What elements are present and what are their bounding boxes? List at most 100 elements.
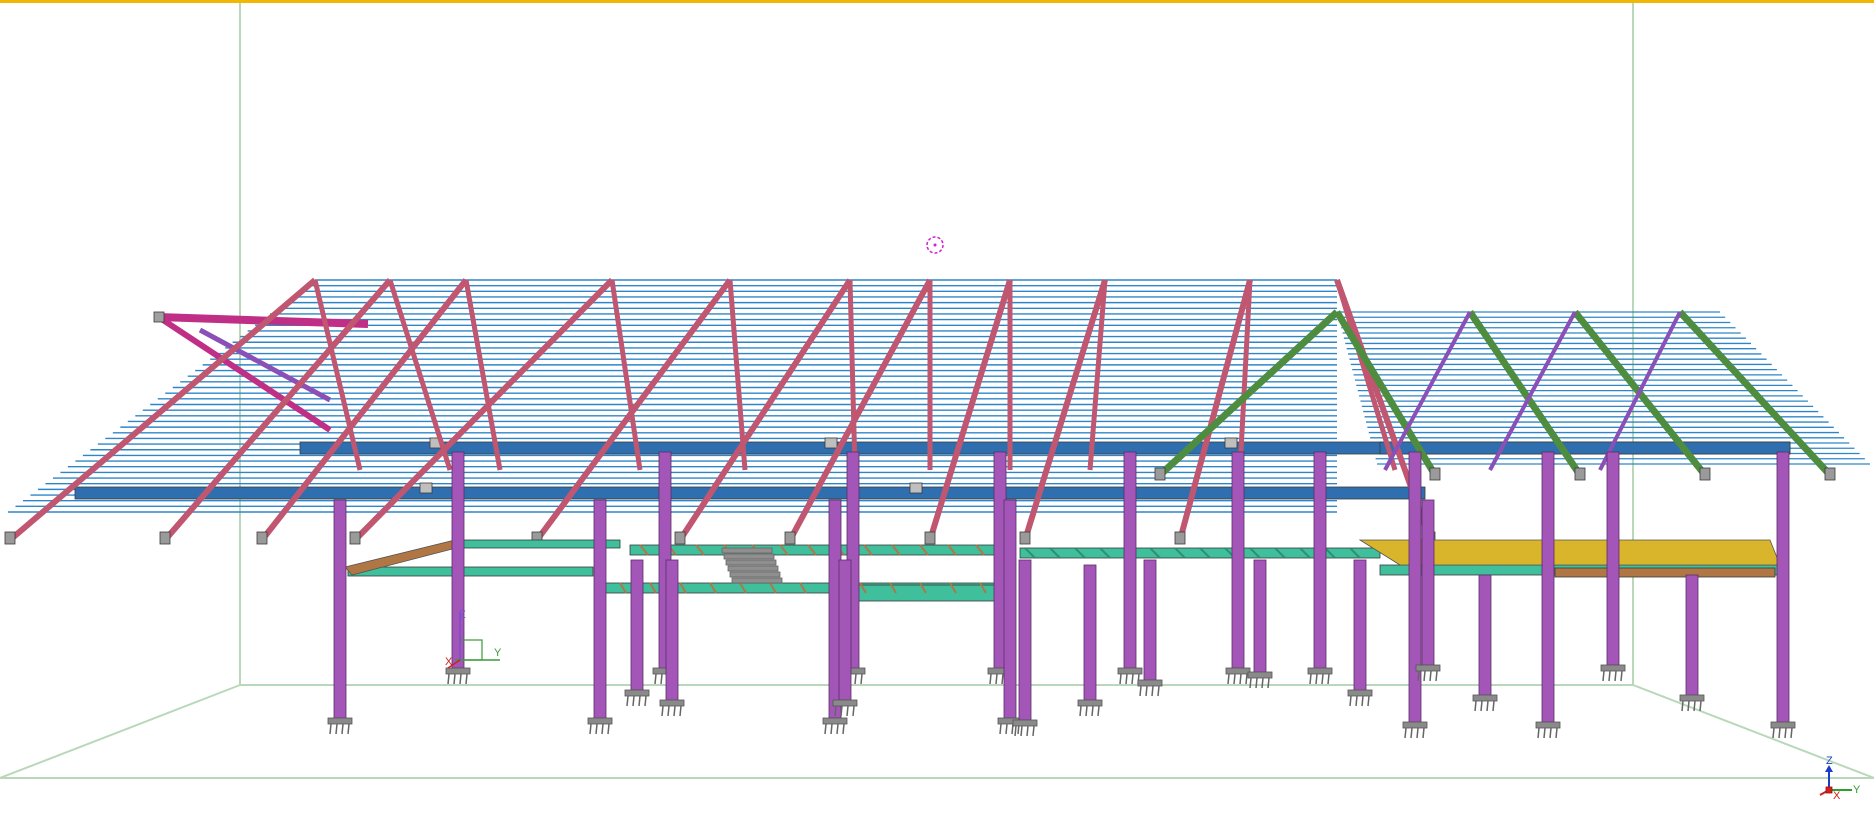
anchor-bolt: [459, 673, 462, 685]
rafter-end-plate: [1174, 531, 1186, 545]
anchor-bolt: [626, 695, 629, 707]
anchor-bolt: [1355, 695, 1358, 707]
anchor-bolt: [1309, 673, 1312, 685]
footing-plate: [1600, 664, 1626, 672]
anchor-bolt: [1417, 670, 1420, 682]
anchor-bolt: [1681, 700, 1684, 712]
footing-plate: [1117, 667, 1143, 675]
column: [1003, 499, 1017, 719]
footing: [659, 699, 685, 717]
anchor-bolt: [1085, 705, 1088, 717]
footing: [1600, 664, 1626, 682]
anchor-bolt: [1245, 673, 1248, 685]
3d-model-viewport[interactable]: XYZZYX: [0, 0, 1874, 838]
column: [451, 451, 465, 669]
column: [1421, 499, 1435, 666]
anchor-bolt: [1699, 700, 1702, 712]
anchor-bolt: [1097, 705, 1100, 717]
anchor-bolt: [1119, 673, 1122, 685]
anchor-bolt: [989, 673, 992, 685]
anchor-bolt: [644, 695, 647, 707]
stair-tread: [731, 577, 783, 584]
column: [1313, 451, 1327, 669]
structure-model[interactable]: XYZZYX: [0, 0, 1874, 838]
footing-plate: [624, 689, 650, 697]
footing: [1225, 667, 1251, 685]
anchor-bolt: [1005, 723, 1008, 735]
anchor-bolt: [595, 723, 598, 735]
rafter-end-plate: [924, 531, 936, 545]
column: [1606, 451, 1620, 666]
column: [1143, 559, 1157, 681]
anchor-bolt: [1026, 725, 1029, 737]
rafter-end-plate: [674, 531, 686, 545]
anchor-bolt: [1474, 700, 1477, 712]
anchor-bolt: [1349, 695, 1352, 707]
anchor-bolt: [607, 723, 610, 735]
column: [1776, 451, 1790, 723]
footing-plate: [1077, 699, 1103, 707]
anchor-bolt: [1131, 673, 1134, 685]
anchor-bolt: [453, 673, 456, 685]
footing-plate: [822, 717, 848, 725]
anchor-bolt: [1233, 673, 1236, 685]
anchor-bolt: [999, 723, 1002, 735]
anchor-bolt: [1157, 685, 1160, 697]
column: [1253, 559, 1267, 673]
stair-tread: [721, 547, 773, 554]
footing-plate: [1535, 721, 1561, 729]
footing-plate: [1415, 664, 1441, 672]
anchor-bolt: [679, 705, 682, 717]
footing: [1535, 721, 1561, 739]
anchor-bolt: [329, 723, 332, 735]
beam-connection-plate: [419, 482, 433, 494]
footing-plate: [832, 699, 858, 707]
anchor-bolt: [1321, 673, 1324, 685]
stair-tread: [723, 553, 775, 560]
anchor-bolt: [830, 723, 833, 735]
anchor-bolt: [1602, 670, 1605, 682]
anchor-bolt: [1416, 727, 1419, 739]
bounding-box-edge: [0, 684, 241, 779]
anchor-bolt: [341, 723, 344, 735]
anchor-bolt: [1032, 725, 1035, 737]
anchor-bolt: [1555, 727, 1558, 739]
axis-x-label: X: [445, 656, 453, 668]
column: [1353, 559, 1367, 691]
footing-plate: [1679, 694, 1705, 702]
footing-plate: [1012, 719, 1038, 727]
anchor-bolt: [1492, 700, 1495, 712]
anchor-bolt: [1091, 705, 1094, 717]
anchor-bolt: [1543, 727, 1546, 739]
triad-y-label: Y: [1853, 784, 1861, 796]
rafter-end-plate: [1574, 467, 1586, 481]
anchor-bolt: [1620, 670, 1623, 682]
anchor-bolt: [1429, 670, 1432, 682]
anchor-bolt: [667, 705, 670, 717]
beam-connection-plate: [824, 437, 838, 449]
anchor-bolt: [601, 723, 604, 735]
anchor-bolt: [1145, 685, 1148, 697]
rafter-end-plate: [4, 531, 16, 545]
anchor-bolt: [1784, 727, 1787, 739]
anchor-bolt: [465, 673, 468, 685]
column: [1541, 451, 1555, 723]
anchor-bolt: [654, 673, 657, 685]
anchor-bolt: [661, 705, 664, 717]
footing: [624, 689, 650, 707]
anchor-bolt: [1020, 725, 1023, 737]
footing: [1012, 719, 1038, 737]
anchor-bolt: [834, 705, 837, 717]
anchor-bolt: [1315, 673, 1318, 685]
footing-plate: [1307, 667, 1333, 675]
anchor-bolt: [1537, 727, 1540, 739]
anchor-bolt: [1486, 700, 1489, 712]
anchor-bolt: [1549, 727, 1552, 739]
eave-beam-annex: [1379, 441, 1791, 455]
anchor-bolt: [1125, 673, 1128, 685]
bounding-box-edge: [1632, 684, 1874, 779]
footing: [1307, 667, 1333, 685]
beam-connection-plate: [909, 482, 923, 494]
anchor-bolt: [589, 723, 592, 735]
anchor-bolt: [1435, 670, 1438, 682]
